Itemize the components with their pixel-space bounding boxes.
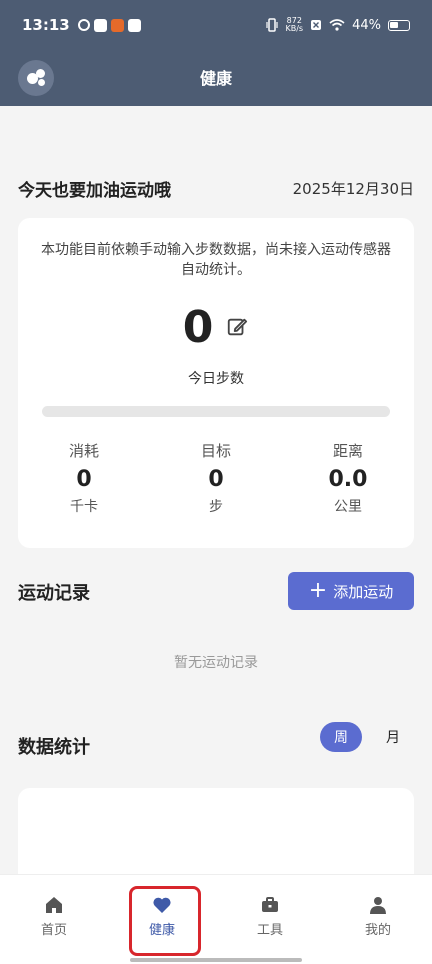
steps-count: 0: [182, 302, 214, 353]
page-title: 健康: [199, 69, 232, 88]
steps-label: 今日步数: [188, 371, 244, 387]
add-exercise-label: 添加运动: [333, 582, 394, 601]
greeting-date: 2025年12月30日: [292, 180, 414, 198]
steps-card: 本功能目前依赖手动输入步数数据，尚未接入运动传感器自动统计。 0 今日步数 消耗…: [18, 218, 414, 548]
home-icon: [46, 897, 62, 913]
stat-label: 消耗: [68, 442, 99, 460]
vibrate-icon: [266, 18, 279, 32]
tab-label: 健康: [148, 923, 175, 938]
status-time: 13:13: [22, 16, 70, 34]
stat-value: 0.0: [328, 467, 368, 492]
greeting-text: 今天也要加油运动哦: [18, 181, 171, 201]
status-right: 872 KB/s 44%: [266, 17, 410, 33]
steps-progress-bar: [42, 406, 390, 417]
stat-unit: 步: [209, 499, 223, 515]
stats-row: 消耗 0 千卡 目标 0 步 距离 0.0 公里: [18, 440, 414, 516]
tab-label: 工具: [256, 923, 283, 938]
nav-bar: 健康: [0, 52, 432, 102]
heart-icon: [153, 897, 171, 913]
sync-icon: [77, 18, 90, 31]
stat-label: 目标: [200, 442, 231, 460]
tab-label: 首页: [40, 923, 67, 938]
app-badge-icon: [110, 18, 124, 32]
statistics-title: 数据统计: [18, 737, 90, 758]
home-indicator: [130, 958, 302, 962]
tab-label: 我的: [364, 923, 391, 938]
net-speed: 872 KB/s: [285, 17, 303, 33]
tab-tools[interactable]: 工具: [216, 875, 324, 964]
status-bar: 13:13 872 KB/s 44%: [0, 0, 432, 50]
stat-value: 0: [208, 467, 224, 492]
tab-profile[interactable]: 我的: [324, 875, 432, 964]
plus-icon: +: [308, 578, 328, 603]
stat-distance: 距离 0.0 公里: [282, 440, 414, 516]
app-header: 13:13 872 KB/s 44% 健康: [0, 0, 432, 106]
greeting-row: 今天也要加油运动哦 2025年12月30日: [18, 176, 414, 201]
message-icon: [127, 18, 141, 32]
app-logo-icon[interactable]: [18, 60, 54, 96]
edit-icon[interactable]: [226, 316, 248, 338]
tab-home[interactable]: 首页: [0, 875, 108, 964]
net-speed-unit: KB/s: [285, 24, 304, 33]
manual-input-notice: 本功能目前依赖手动输入步数数据，尚未接入运动传感器自动统计。: [41, 242, 391, 278]
stat-value: 0: [76, 467, 92, 492]
stat-label: 距离: [332, 442, 363, 460]
period-toggle-week[interactable]: 周: [320, 722, 362, 752]
battery-icon: [388, 19, 410, 31]
battery-percent: 44%: [352, 17, 381, 33]
toolbox-icon: [262, 897, 278, 912]
records-title: 运动记录: [18, 583, 90, 604]
stat-unit: 公里: [334, 499, 362, 515]
stat-unit: 千卡: [70, 499, 98, 515]
notification-icons: [77, 18, 141, 32]
tab-health[interactable]: 健康: [108, 875, 216, 964]
wifi-icon: [329, 19, 345, 31]
app-notification-icon: [93, 18, 107, 32]
stat-goal: 目标 0 步: [150, 440, 282, 516]
user-icon: [370, 897, 386, 914]
period-toggle-month[interactable]: 月: [372, 722, 414, 752]
add-exercise-button[interactable]: + 添加运动: [288, 572, 414, 610]
stat-calories: 消耗 0 千卡: [18, 440, 150, 516]
no-sim-icon: [311, 20, 322, 30]
bottom-tab-bar: 首页 健康 工具 我的: [0, 874, 432, 964]
records-empty-text: 暂无运动记录: [174, 655, 258, 671]
